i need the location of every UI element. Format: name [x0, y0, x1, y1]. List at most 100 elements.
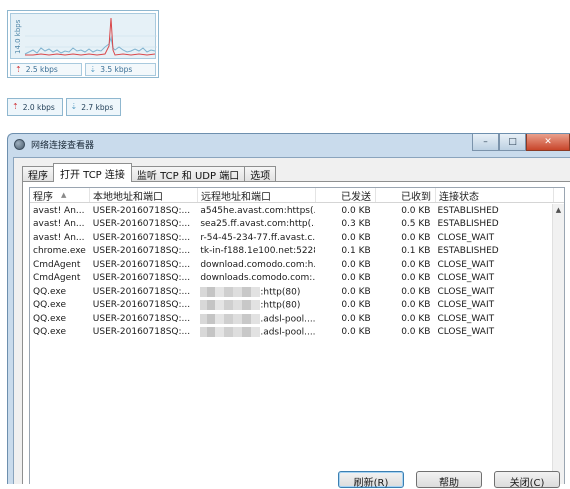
minimize-button[interactable]: – — [472, 134, 499, 151]
cell-state: ESTABLISHED — [437, 219, 499, 230]
table-row[interactable]: CmdAgent USER-20160718SQ:... download.como… — [30, 258, 552, 272]
traffic-graph-lines — [24, 17, 157, 56]
cell-remote-address: :http(80) — [197, 300, 315, 311]
table-row[interactable]: avast! An... USER-20160718SQ:... a545he.av… — [30, 204, 552, 218]
column-header-sent[interactable]: 已发送 — [316, 188, 376, 202]
cell-sent: 0.3 KB — [341, 219, 371, 230]
cell-received: 0.0 KB — [401, 205, 431, 216]
cell-received: 0.0 KB — [401, 327, 431, 338]
cell-received: 0.0 KB — [401, 286, 431, 297]
refresh-button[interactable]: 刷新(R) — [338, 471, 404, 489]
cell-state: CLOSE_WAIT — [437, 300, 495, 311]
cell-program: QQ.exe — [33, 313, 66, 324]
list-header: 程序 ▲ 本地地址和端口 远程地址和端口 已发送 已收到 连接状态 — [30, 188, 564, 203]
cell-sent: 0.0 KB — [341, 273, 371, 284]
cell-state: ESTABLISHED — [437, 246, 499, 257]
cell-remote-address: :http(80) — [197, 286, 315, 297]
cell-state: CLOSE_WAIT — [437, 327, 495, 338]
table-row[interactable]: QQ.exe USER-20160718SQ:... .adsl-pool.... 0… — [30, 326, 552, 340]
cell-sent: 0.0 KB — [341, 300, 371, 311]
column-header-local[interactable]: 本地地址和端口 — [90, 188, 198, 202]
cell-local-address: USER-20160718SQ:... — [92, 300, 191, 311]
upload-arrow-icon: ⇡ — [15, 64, 22, 74]
cell-remote-address: tk-in-f188.1e100.net:5228 — [200, 246, 315, 257]
cell-received: 0.0 KB — [401, 273, 431, 284]
table-row[interactable]: avast! An... USER-20160718SQ:... r-54-45-2… — [30, 231, 552, 245]
cell-sent: 0.0 KB — [341, 205, 371, 216]
mini-speed-bar[interactable]: ⇡ 2.0 kbps ⇣ 2.7 kbps — [7, 98, 121, 116]
speed-graph-widget: 14.0 kbps ⇡ 2.5 kbps ⇣ 3.5 kbps — [7, 10, 159, 78]
cell-local-address: USER-20160718SQ:... — [92, 219, 191, 230]
cell-program: avast! An... — [33, 232, 85, 243]
table-row[interactable]: CmdAgent USER-20160718SQ:... downloads.com… — [30, 272, 552, 286]
cell-remote-address: sea25.ff.avast.com:http(... — [200, 219, 315, 230]
redacted-address — [200, 327, 261, 337]
maximize-button[interactable]: □ — [499, 134, 526, 151]
table-row[interactable]: chrome.exe USER-20160718SQ:... tk-in-f188.… — [30, 245, 552, 259]
cell-local-address: USER-20160718SQ:... — [92, 246, 191, 257]
cell-received: 0.1 KB — [401, 246, 431, 257]
dialog-buttons: 刷新(R) 帮助 关闭(C) — [338, 471, 560, 489]
tab-open-tcp[interactable]: 打开 TCP 连接 — [53, 163, 132, 182]
traffic-graph: 14.0 kbps — [10, 13, 157, 59]
cell-state: CLOSE_WAIT — [437, 259, 495, 270]
table-row[interactable]: QQ.exe USER-20160718SQ:... .adsl-pool.... 0… — [30, 312, 552, 326]
window-title: 网络连接查看器 — [31, 141, 95, 151]
cell-state: ESTABLISHED — [437, 205, 499, 216]
cell-program: CmdAgent — [33, 273, 81, 284]
cell-remote-address: r-54-45-234-77.ff.avast.c... — [200, 232, 315, 243]
download-arrow-icon: ⇣ — [89, 64, 97, 74]
cell-received: 0.5 KB — [401, 219, 431, 230]
cell-program: avast! An... — [33, 219, 85, 230]
cell-program: avast! An... — [33, 205, 85, 216]
scroll-up-icon[interactable]: ▲ — [553, 204, 564, 216]
column-header-remote[interactable]: 远程地址和端口 — [198, 188, 316, 202]
cell-sent: 0.0 KB — [341, 232, 371, 243]
cell-local-address: USER-20160718SQ:... — [92, 273, 191, 284]
cell-state: CLOSE_WAIT — [437, 313, 495, 324]
mini-upload-value: 2.0 kbps — [22, 102, 55, 112]
cell-remote-address: a545he.avast.com:https(... — [200, 205, 315, 216]
tab-options[interactable]: 选项 — [244, 166, 277, 182]
sort-ascending-icon: ▲ — [61, 191, 67, 199]
mini-download: ⇣ 2.7 kbps — [65, 98, 121, 116]
table-row[interactable]: QQ.exe USER-20160718SQ:... :http(80) 0.0 KB… — [30, 285, 552, 299]
title-bar[interactable]: 网络连接查看器 – □ ✕ — [8, 134, 570, 155]
cell-sent: 0.0 KB — [341, 313, 371, 324]
cell-remote-address: download.comodo.com:h... — [200, 259, 315, 270]
window-client: 程序 打开 TCP 连接 监听 TCP 和 UDP 端口 选项 程序 ▲ 本地地址… — [13, 157, 570, 489]
table-row[interactable]: QQ.exe USER-20160718SQ:... :http(80) 0.0 KB… — [30, 299, 552, 313]
cell-sent: 0.1 KB — [341, 246, 371, 257]
window-controls: – □ ✕ — [472, 134, 570, 151]
download-arrow-icon: ⇣ — [70, 102, 78, 111]
cell-program: QQ.exe — [33, 300, 66, 311]
table-row[interactable]: avast! An... USER-20160718SQ:... sea25.ff.… — [30, 218, 552, 232]
column-header-program[interactable]: 程序 ▲ — [30, 188, 90, 202]
tab-panel: 程序 ▲ 本地地址和端口 远程地址和端口 已发送 已收到 连接状态 avast! … — [22, 181, 570, 489]
connection-rows: avast! An... USER-20160718SQ:... a545he.av… — [30, 204, 552, 339]
cell-remote-address: .adsl-pool.... — [197, 327, 315, 338]
cell-local-address: USER-20160718SQ:... — [92, 286, 191, 297]
cell-state: CLOSE_WAIT — [437, 232, 495, 243]
upload-speed-value: 2.5 kbps — [25, 65, 58, 74]
tab-programs[interactable]: 程序 — [22, 166, 54, 182]
connection-list[interactable]: 程序 ▲ 本地地址和端口 远程地址和端口 已发送 已收到 连接状态 avast! … — [29, 187, 565, 484]
upload-arrow-icon: ⇡ — [12, 102, 19, 111]
mini-download-value: 2.7 kbps — [81, 102, 114, 112]
cell-state: CLOSE_WAIT — [437, 273, 495, 284]
column-header-received[interactable]: 已收到 — [376, 188, 436, 202]
column-header-state[interactable]: 连接状态 — [436, 188, 554, 202]
help-button[interactable]: 帮助 — [416, 471, 482, 489]
tab-strip: 程序 打开 TCP 连接 监听 TCP 和 UDP 端口 选项 — [22, 163, 277, 182]
cell-local-address: USER-20160718SQ:... — [92, 313, 191, 324]
redacted-address — [200, 313, 261, 324]
tab-listening-ports[interactable]: 监听 TCP 和 UDP 端口 — [130, 166, 246, 182]
close-button[interactable]: 关闭(C) — [494, 471, 560, 489]
vertical-scrollbar[interactable]: ▲ — [552, 204, 564, 484]
cell-local-address: USER-20160718SQ:... — [92, 259, 191, 270]
cell-sent: 0.0 KB — [341, 286, 371, 297]
close-window-button[interactable]: ✕ — [526, 134, 570, 151]
cell-received: 0.0 KB — [401, 232, 431, 243]
cell-received: 0.0 KB — [401, 313, 431, 324]
cell-program: QQ.exe — [33, 286, 66, 297]
